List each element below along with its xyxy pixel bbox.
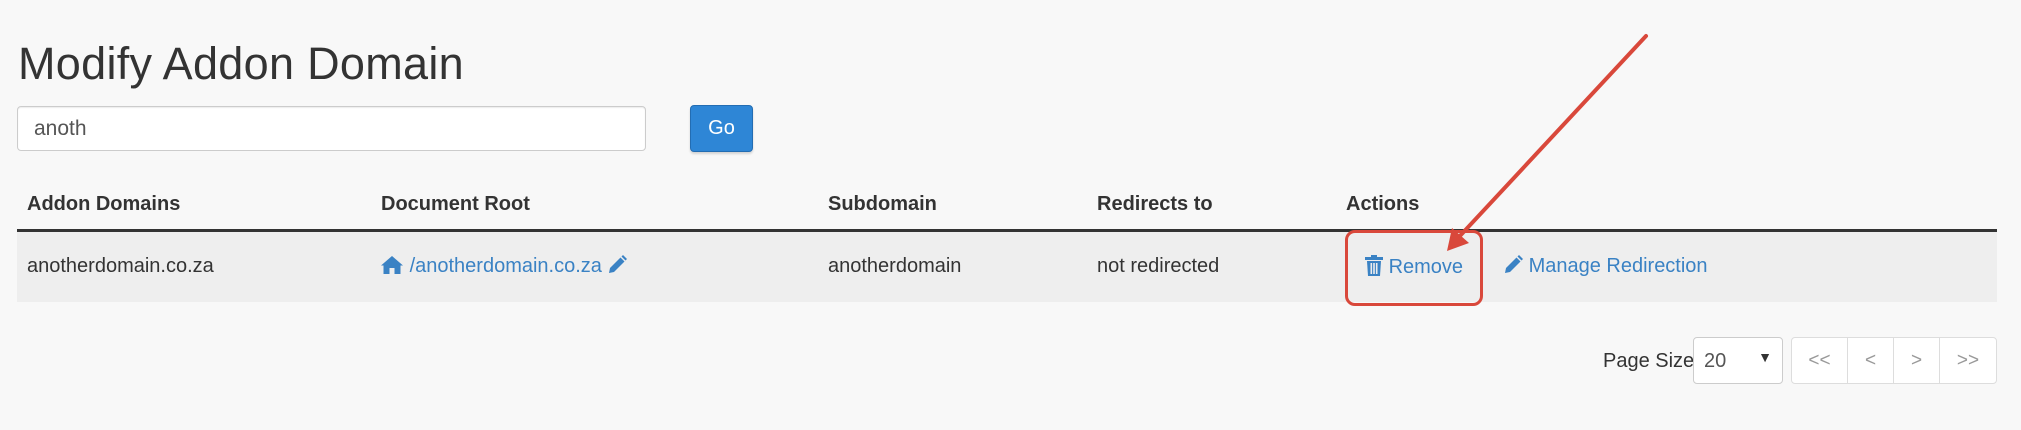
home-icon [380, 255, 404, 281]
pencil-icon[interactable] [607, 255, 628, 281]
page-size-value: 20 [1704, 350, 1727, 372]
caret-down-icon: ▼ [1758, 349, 1772, 365]
next-page-button[interactable]: > [1894, 338, 1940, 383]
last-page-button[interactable]: >> [1940, 338, 1996, 383]
pencil-icon [1503, 255, 1523, 281]
column-header-addon-domains: Addon Domains [27, 193, 181, 215]
addon-domain-cell: anotherdomain.co.za [27, 255, 214, 277]
go-button[interactable]: Go [690, 105, 753, 152]
subdomain-cell: anotherdomain [828, 255, 962, 277]
page-title: Modify Addon Domain [18, 38, 464, 89]
redirects-to-cell: not redirected [1097, 255, 1220, 277]
previous-page-button[interactable]: < [1848, 338, 1894, 383]
column-header-subdomain: Subdomain [828, 193, 937, 215]
pagination: << < > >> [1791, 337, 1997, 384]
annotation-highlight-box [1345, 230, 1483, 306]
first-page-button[interactable]: << [1792, 338, 1848, 383]
page-size-label: Page Size [1603, 350, 1695, 372]
column-header-document-root: Document Root [381, 193, 530, 215]
column-header-actions: Actions [1346, 193, 1420, 215]
column-header-redirects-to: Redirects to [1097, 193, 1213, 215]
document-root-link[interactable]: /anotherdomain.co.za [380, 255, 628, 281]
search-input[interactable] [17, 106, 646, 151]
document-root-text: /anotherdomain.co.za [409, 255, 602, 277]
manage-redirection-button[interactable]: Manage Redirection [1503, 255, 1708, 281]
manage-redirection-label: Manage Redirection [1528, 255, 1708, 277]
page-size-select[interactable]: 20 ▼ [1693, 337, 1783, 384]
